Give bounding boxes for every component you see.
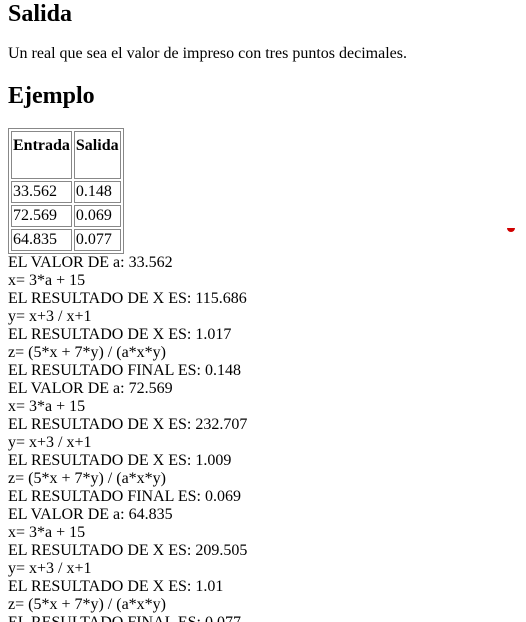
log-line: EL RESULTADO DE X ES: 232.707: [8, 416, 248, 433]
log-line: EL RESULTADO DE X ES: 209.505: [8, 542, 248, 559]
output-description: Un real que sea el valor de impreso con …: [8, 45, 407, 62]
table-cell-output: 0.148: [73, 181, 121, 203]
log-line: y= x+3 / x+1: [8, 308, 92, 325]
log-line: EL VALOR DE a: 64.835: [8, 506, 173, 523]
log-line: z= (5*x + 7*y) / (a*x*y): [8, 596, 167, 613]
table-row: 72.569 0.069: [11, 205, 121, 227]
log-line: EL RESULTADO DE X ES: 115.686: [8, 290, 247, 307]
log-line: EL RESULTADO FINAL ES: 0.077: [8, 614, 518, 622]
log-line: z= (5*x + 7*y) / (a*x*y): [8, 344, 167, 361]
column-header-entrada: Entrada: [11, 131, 72, 179]
table-cell-input: 64.835: [11, 229, 72, 251]
column-header-salida: Salida: [73, 131, 121, 179]
log-line: EL VALOR DE a: 72.569: [8, 380, 173, 397]
log-line: z= (5*x + 7*y) / (a*x*y): [8, 470, 167, 487]
table-cell-input: 33.562: [11, 181, 72, 203]
example-table: Entrada Salida 33.562 0.148 72.569 0.069…: [8, 128, 124, 254]
log-line: EL VALOR DE a: 33.562: [8, 254, 173, 271]
table-row: 64.835 0.077: [11, 229, 121, 251]
log-line: EL RESULTADO DE X ES: 1.01: [8, 578, 224, 595]
log-line: EL RESULTADO FINAL ES: 0.148: [8, 362, 241, 379]
log-line: EL RESULTADO DE X ES: 1.017: [8, 326, 232, 343]
page-content: Salida Un real que sea el valor de impre…: [0, 0, 526, 622]
log-line: EL RESULTADO FINAL ES: 0.069: [8, 488, 241, 505]
table-cell-input: 72.569: [11, 205, 72, 227]
log-line: x= 3*a + 15: [8, 398, 86, 415]
example-heading: Ejemplo: [8, 83, 95, 109]
table-cell-output: 0.069: [73, 205, 121, 227]
table-row: 33.562 0.148: [11, 181, 121, 203]
output-heading: Salida: [8, 1, 73, 27]
program-output-log: EL VALOR DE a: 33.562 x= 3*a + 15 EL RES…: [8, 254, 518, 622]
log-line: EL RESULTADO DE X ES: 1.009: [8, 452, 232, 469]
log-line: x= 3*a + 15: [8, 524, 86, 541]
log-line: x= 3*a + 15: [8, 272, 86, 289]
log-line: y= x+3 / x+1: [8, 560, 92, 577]
table-cell-output: 0.077: [73, 229, 121, 251]
table-header-row: Entrada Salida: [11, 131, 121, 179]
log-line: y= x+3 / x+1: [8, 434, 92, 451]
